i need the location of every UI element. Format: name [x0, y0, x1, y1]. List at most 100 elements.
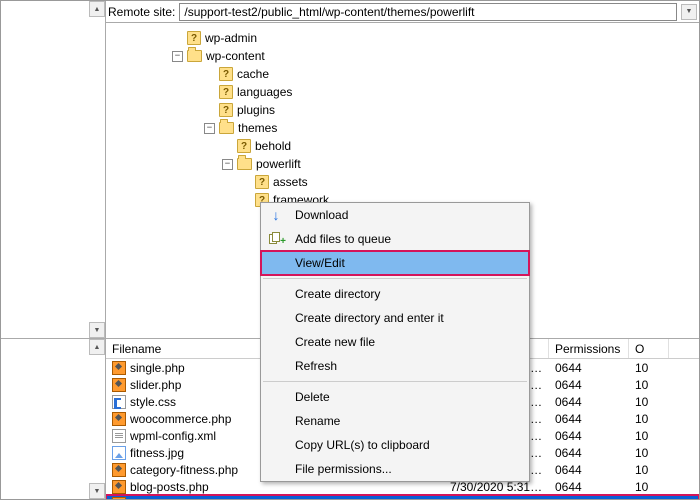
menu-item-view-edit[interactable]: View/Edit	[261, 251, 529, 275]
download-icon: ↓	[267, 207, 285, 223]
scroll-down-icon[interactable]: ▼	[89, 322, 105, 338]
collapse-icon[interactable]: −	[204, 123, 215, 134]
file-type-icon	[112, 429, 126, 443]
file-name: wpml-config.xml	[130, 429, 216, 443]
file-permissions: 0644	[549, 361, 629, 375]
file-owner: 10	[629, 463, 669, 477]
menu-item-add-to-queue[interactable]: + Add files to queue	[261, 227, 529, 251]
file-permissions: 0644	[549, 395, 629, 409]
menu-item-create-dir-enter[interactable]: Create directory and enter it	[261, 306, 529, 330]
file-owner: 10	[629, 497, 669, 500]
add-queue-icon: +	[267, 234, 285, 244]
file-name: functions.php	[130, 497, 201, 500]
tree-item-behold[interactable]: ? behold	[110, 137, 695, 155]
menu-item-label: Copy URL(s) to clipboard	[295, 438, 430, 452]
unknown-folder-icon: ?	[219, 85, 233, 99]
unknown-folder-icon: ?	[255, 175, 269, 189]
file-name: slider.php	[130, 378, 181, 392]
tree-label: assets	[273, 175, 308, 189]
remote-path-bar: Remote site: /support-test2/public_html/…	[106, 1, 699, 23]
menu-item-label: Create new file	[295, 335, 375, 349]
menu-item-delete[interactable]: Delete	[261, 385, 529, 409]
file-name: blog-posts.php	[130, 480, 209, 494]
menu-item-label: Add files to queue	[295, 232, 391, 246]
file-type-icon	[112, 463, 126, 477]
menu-item-file-permissions[interactable]: File permissions...	[261, 457, 529, 481]
folder-icon	[237, 158, 252, 170]
menu-item-label: Delete	[295, 390, 330, 404]
file-owner: 10	[629, 395, 669, 409]
tree-item-powerlift[interactable]: − powerlift	[110, 155, 695, 173]
folder-icon	[187, 50, 202, 62]
tree-label: wp-admin	[205, 31, 257, 45]
collapse-icon[interactable]: −	[222, 159, 233, 170]
file-permissions: 0644	[549, 463, 629, 477]
menu-item-refresh[interactable]: Refresh	[261, 354, 529, 378]
unknown-folder-icon: ?	[187, 31, 201, 45]
file-owner: 10	[629, 446, 669, 460]
file-permissions: 0644	[549, 412, 629, 426]
file-permissions: 0644	[549, 446, 629, 460]
column-owner[interactable]: O	[629, 339, 669, 358]
remote-path-value: /support-test2/public_html/wp-content/th…	[184, 5, 474, 19]
menu-item-copy-url[interactable]: Copy URL(s) to clipboard	[261, 433, 529, 457]
tree-item-cache[interactable]: ? cache	[110, 65, 695, 83]
tree-label: wp-content	[206, 49, 265, 63]
file-type-icon	[112, 480, 126, 494]
tree-label: powerlift	[256, 157, 301, 171]
table-row[interactable]: functions.php 9/2/2020 5:02:3…064410	[106, 495, 699, 499]
file-owner: 10	[629, 361, 669, 375]
scroll-down-icon[interactable]: ▼	[89, 483, 105, 499]
tree-label: behold	[255, 139, 291, 153]
folder-icon	[219, 122, 234, 134]
menu-item-label: Rename	[295, 414, 340, 428]
left-gutter: ▲ ▼ ▲ ▼	[1, 1, 106, 499]
file-permissions: 0644	[549, 480, 629, 494]
file-type-icon	[112, 378, 126, 392]
remote-path-input[interactable]: /support-test2/public_html/wp-content/th…	[179, 3, 677, 21]
menu-item-label: Download	[295, 208, 348, 222]
menu-item-rename[interactable]: Rename	[261, 409, 529, 433]
file-permissions: 0644	[549, 378, 629, 392]
remote-site-label: Remote site:	[108, 5, 175, 19]
tree-item-assets[interactable]: ? assets	[110, 173, 695, 191]
file-type-icon	[112, 395, 126, 409]
tree-label: cache	[237, 67, 269, 81]
scroll-up-icon[interactable]: ▲	[89, 1, 105, 17]
file-type-icon	[112, 446, 126, 460]
menu-item-label: Create directory and enter it	[295, 311, 444, 325]
collapse-icon[interactable]: −	[172, 51, 183, 62]
context-menu: ↓ Download + Add files to queue View/Edi…	[260, 202, 530, 482]
unknown-folder-icon: ?	[237, 139, 251, 153]
menu-item-label: Create directory	[295, 287, 380, 301]
tree-item-wp-content[interactable]: − wp-content	[110, 47, 695, 65]
unknown-folder-icon: ?	[219, 103, 233, 117]
menu-item-download[interactable]: ↓ Download	[261, 203, 529, 227]
file-name: style.css	[130, 395, 176, 409]
file-owner: 10	[629, 412, 669, 426]
tree-label: themes	[238, 121, 277, 135]
menu-item-label: View/Edit	[295, 256, 345, 270]
file-type-icon	[112, 361, 126, 375]
file-owner: 10	[629, 378, 669, 392]
menu-item-create-dir[interactable]: Create directory	[261, 282, 529, 306]
file-name: woocommerce.php	[130, 412, 231, 426]
menu-item-label: Refresh	[295, 359, 337, 373]
file-permissions: 0644	[549, 497, 629, 500]
tree-item-languages[interactable]: ? languages	[110, 83, 695, 101]
file-modified: 9/2/2020 5:02:3…	[444, 497, 549, 500]
menu-separator	[263, 381, 527, 382]
scroll-up-icon[interactable]: ▲	[89, 339, 105, 355]
chevron-down-icon[interactable]: ▼	[681, 4, 697, 20]
tree-item-wp-admin[interactable]: ? wp-admin	[110, 29, 695, 47]
tree-item-plugins[interactable]: ? plugins	[110, 101, 695, 119]
tree-label: languages	[237, 85, 292, 99]
file-name: category-fitness.php	[130, 463, 238, 477]
menu-item-label: File permissions...	[295, 462, 392, 476]
menu-item-new-file[interactable]: Create new file	[261, 330, 529, 354]
file-type-icon	[112, 497, 126, 500]
tree-item-themes[interactable]: − themes	[110, 119, 695, 137]
column-permissions[interactable]: Permissions	[549, 339, 629, 358]
file-owner: 10	[629, 429, 669, 443]
menu-separator	[263, 278, 527, 279]
